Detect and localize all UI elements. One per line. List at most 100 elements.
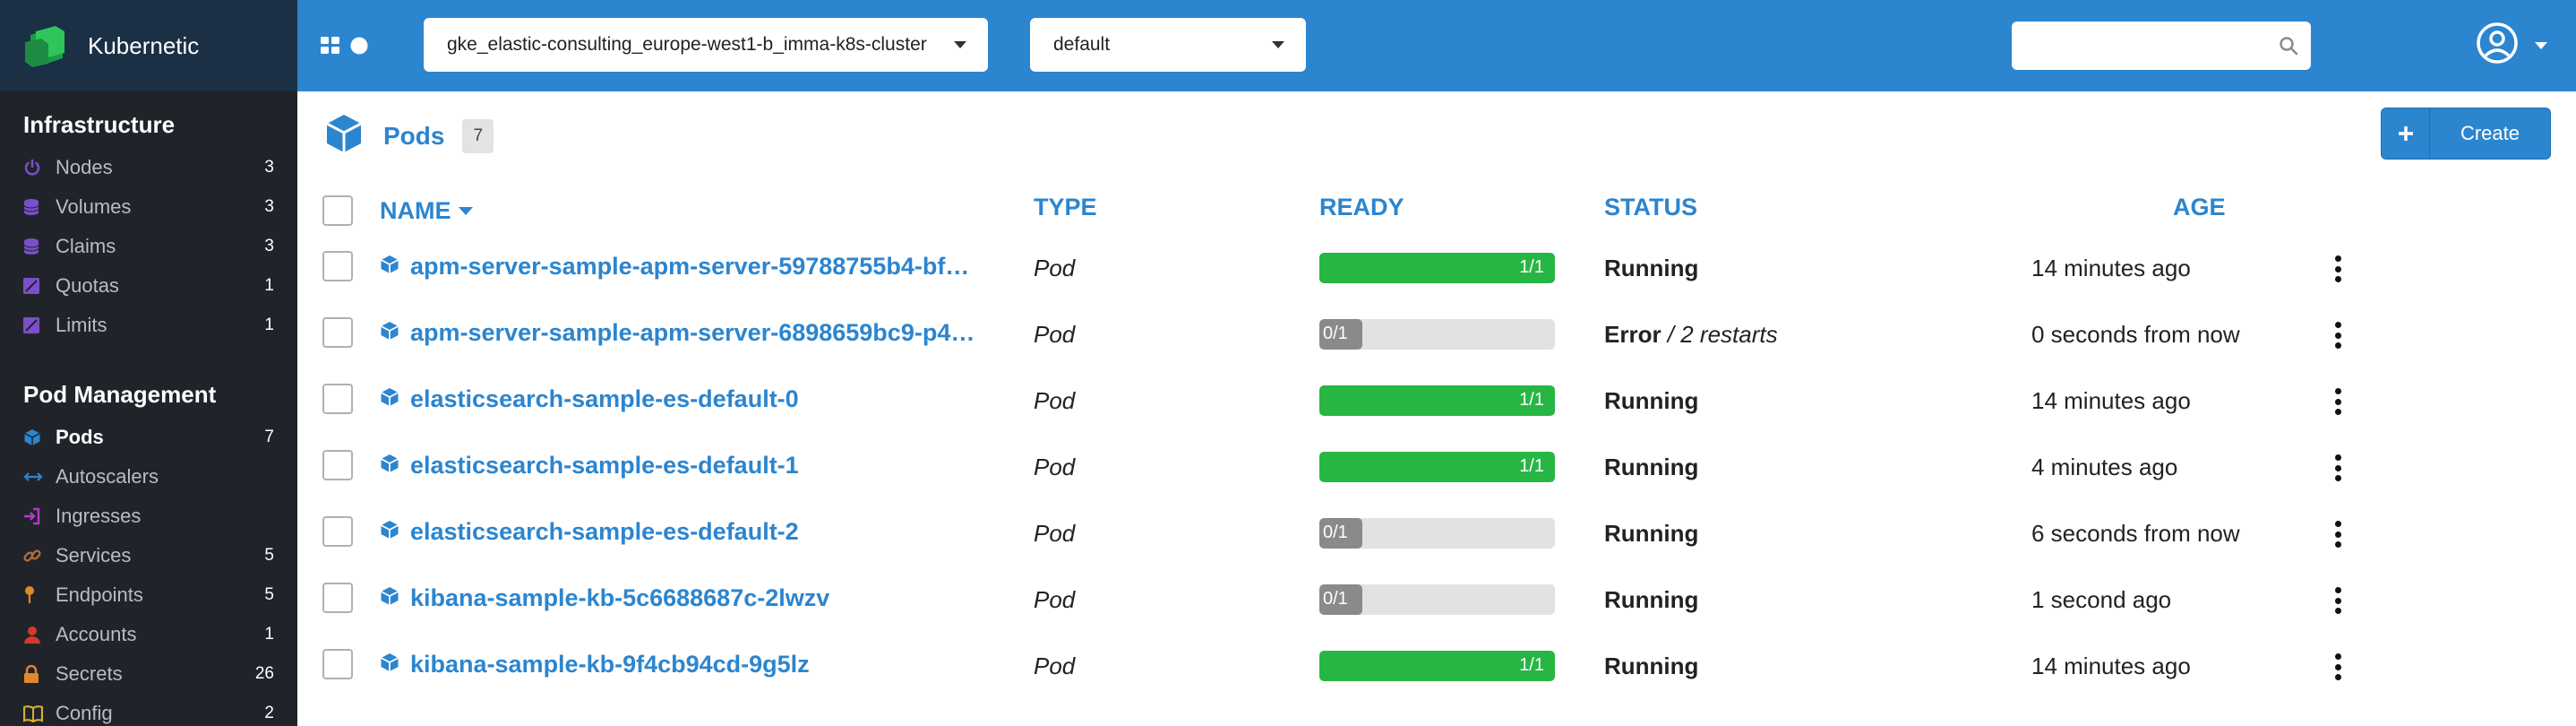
sidebar-item-pods[interactable]: Pods 7 bbox=[23, 418, 274, 457]
sidebar-item-services[interactable]: Services 5 bbox=[23, 536, 274, 575]
pod-name-cell: kibana-sample-kb-9f4cb94cd-9g5lz bbox=[380, 651, 1275, 678]
sidebar-item-count: 5 bbox=[264, 585, 274, 604]
row-menu-icon[interactable] bbox=[2329, 584, 2347, 617]
sidebar-item-count: 3 bbox=[264, 197, 274, 216]
ready-progress-bar: 0/1 bbox=[1319, 584, 1555, 615]
sidebar: Kubernetic Infrastructure Nodes 3 Volume… bbox=[0, 0, 297, 726]
row-menu-icon[interactable] bbox=[2329, 385, 2347, 418]
age-text: 4 minutes ago bbox=[2031, 454, 2178, 480]
pod-name-link[interactable]: kibana-sample-kb-5c6688687c-2lwzv bbox=[410, 584, 829, 612]
row-menu-icon[interactable] bbox=[2329, 452, 2347, 484]
ready-text: 1/1 bbox=[1519, 655, 1544, 675]
sidebar-item-config[interactable]: Config 2 bbox=[23, 694, 274, 726]
sidebar-item-label: Accounts bbox=[56, 623, 137, 645]
column-header-name[interactable]: NAME bbox=[380, 197, 473, 225]
pod-name-cell: kibana-sample-kb-5c6688687c-2lwzv bbox=[380, 584, 1275, 612]
ready-progress-bar: 1/1 bbox=[1319, 452, 1555, 482]
kubernetic-logo-icon bbox=[21, 22, 68, 69]
pod-name-link[interactable]: apm-server-sample-apm-server-59788755b4-… bbox=[410, 253, 969, 281]
topbar: gke_elastic-consulting_europe-west1-b_im… bbox=[297, 0, 2576, 91]
table-row[interactable]: elasticsearch-sample-es-default-1 Pod 1/… bbox=[297, 434, 2576, 500]
pod-name-link[interactable]: elasticsearch-sample-es-default-0 bbox=[410, 385, 799, 413]
pod-name-cell: elasticsearch-sample-es-default-2 bbox=[380, 518, 1275, 546]
main-content: Pods 7 Create NAME TYPE READY STATUS AGE bbox=[297, 91, 2576, 726]
pod-name-link[interactable]: kibana-sample-kb-9f4cb94cd-9g5lz bbox=[410, 651, 810, 678]
row-menu-icon[interactable] bbox=[2329, 319, 2347, 351]
table-row[interactable]: apm-server-sample-apm-server-6898659bc9-… bbox=[297, 301, 2576, 367]
namespace-select[interactable]: default bbox=[1030, 18, 1306, 72]
row-checkbox[interactable] bbox=[322, 583, 353, 613]
row-menu-icon[interactable] bbox=[2329, 651, 2347, 683]
pod-name-link[interactable]: elasticsearch-sample-es-default-1 bbox=[410, 452, 799, 480]
sidebar-item-count: 3 bbox=[264, 158, 274, 177]
table-row[interactable]: kibana-sample-kb-5c6688687c-2lwzv Pod 0/… bbox=[297, 566, 2576, 633]
create-button[interactable]: Create bbox=[2381, 108, 2551, 160]
pod-type: Pod bbox=[1034, 454, 1076, 480]
age-text: 14 minutes ago bbox=[2031, 653, 2191, 679]
pod-name-link[interactable]: elasticsearch-sample-es-default-2 bbox=[410, 518, 799, 546]
account-menu[interactable] bbox=[2476, 22, 2547, 69]
pod-type: Pod bbox=[1034, 586, 1076, 613]
search-box[interactable] bbox=[2012, 22, 2311, 70]
search-input[interactable] bbox=[2012, 22, 2311, 70]
sidebar-item-claims[interactable]: Claims 3 bbox=[23, 227, 274, 266]
sidebar-item-limits[interactable]: Limits 1 bbox=[23, 306, 274, 345]
user-circle-icon[interactable] bbox=[2476, 22, 2519, 69]
sidebar-item-label: Quotas bbox=[56, 274, 119, 297]
table-row[interactable]: kibana-sample-kb-9f4cb94cd-9g5lz Pod 1/1… bbox=[297, 633, 2576, 699]
sidebar-item-accounts[interactable]: Accounts 1 bbox=[23, 615, 274, 654]
sidebar-item-ingresses[interactable]: Ingresses bbox=[23, 497, 274, 536]
namespace-select-value: default bbox=[1053, 34, 1111, 55]
select-all-checkbox[interactable] bbox=[322, 195, 353, 226]
database-icon bbox=[23, 238, 47, 255]
brand[interactable]: Kubernetic bbox=[0, 0, 297, 91]
caret-down-icon[interactable] bbox=[2535, 41, 2547, 49]
sidebar-item-label: Config bbox=[56, 702, 113, 724]
row-menu-icon[interactable] bbox=[2329, 253, 2347, 285]
status-text: Running bbox=[1604, 586, 1699, 613]
sidebar-item-count: 2 bbox=[264, 704, 274, 722]
arrows-horizontal-icon bbox=[23, 471, 47, 483]
cluster-select-value: gke_elastic-consulting_europe-west1-b_im… bbox=[447, 34, 927, 55]
column-header-age[interactable]: AGE bbox=[2173, 194, 2226, 221]
grid-icon[interactable] bbox=[321, 37, 340, 59]
sidebar-item-label: Secrets bbox=[56, 662, 123, 685]
table-row[interactable]: elasticsearch-sample-es-default-2 Pod 0/… bbox=[297, 500, 2576, 566]
sidebar-item-endpoints[interactable]: Endpoints 5 bbox=[23, 575, 274, 615]
row-menu-icon[interactable] bbox=[2329, 518, 2347, 550]
column-header-status[interactable]: STATUS bbox=[1604, 194, 1697, 221]
sidebar-item-quotas[interactable]: Quotas 1 bbox=[23, 266, 274, 306]
page-title[interactable]: Pods bbox=[383, 122, 444, 151]
age-text: 14 minutes ago bbox=[2031, 387, 2191, 414]
sidebar-item-nodes[interactable]: Nodes 3 bbox=[23, 148, 274, 187]
cube-icon bbox=[324, 113, 364, 159]
book-icon bbox=[23, 704, 47, 722]
sidebar-item-label: Claims bbox=[56, 235, 116, 257]
column-header-ready[interactable]: READY bbox=[1319, 194, 1404, 221]
caret-down-icon bbox=[954, 41, 966, 48]
pod-name-cell: apm-server-sample-apm-server-6898659bc9-… bbox=[380, 319, 1275, 347]
row-checkbox[interactable] bbox=[322, 450, 353, 480]
row-checkbox[interactable] bbox=[322, 516, 353, 547]
circle-icon[interactable] bbox=[349, 36, 369, 60]
sidebar-item-secrets[interactable]: Secrets 26 bbox=[23, 654, 274, 694]
cluster-select[interactable]: gke_elastic-consulting_europe-west1-b_im… bbox=[424, 18, 988, 72]
column-header-type[interactable]: TYPE bbox=[1034, 194, 1097, 221]
nav-section-pod-management: Pod Management Pods 7 Autoscalers Ingres… bbox=[0, 381, 297, 726]
view-toggle[interactable] bbox=[321, 36, 369, 60]
table-row[interactable]: elasticsearch-sample-es-default-0 Pod 1/… bbox=[297, 367, 2576, 434]
row-checkbox[interactable] bbox=[322, 317, 353, 348]
table-row[interactable]: apm-server-sample-apm-server-59788755b4-… bbox=[297, 235, 2576, 301]
cube-icon bbox=[380, 653, 399, 677]
app-name: Kubernetic bbox=[88, 31, 200, 59]
database-icon bbox=[23, 198, 47, 216]
sidebar-item-autoscalers[interactable]: Autoscalers bbox=[23, 457, 274, 497]
row-checkbox[interactable] bbox=[322, 251, 353, 281]
status-cell: Running bbox=[1604, 653, 1698, 680]
row-checkbox[interactable] bbox=[322, 384, 353, 414]
search-icon[interactable] bbox=[2279, 36, 2298, 60]
caret-down-icon bbox=[1272, 41, 1284, 48]
sidebar-item-volumes[interactable]: Volumes 3 bbox=[23, 187, 274, 227]
pod-name-link[interactable]: apm-server-sample-apm-server-6898659bc9-… bbox=[410, 319, 975, 347]
row-checkbox[interactable] bbox=[322, 649, 353, 679]
